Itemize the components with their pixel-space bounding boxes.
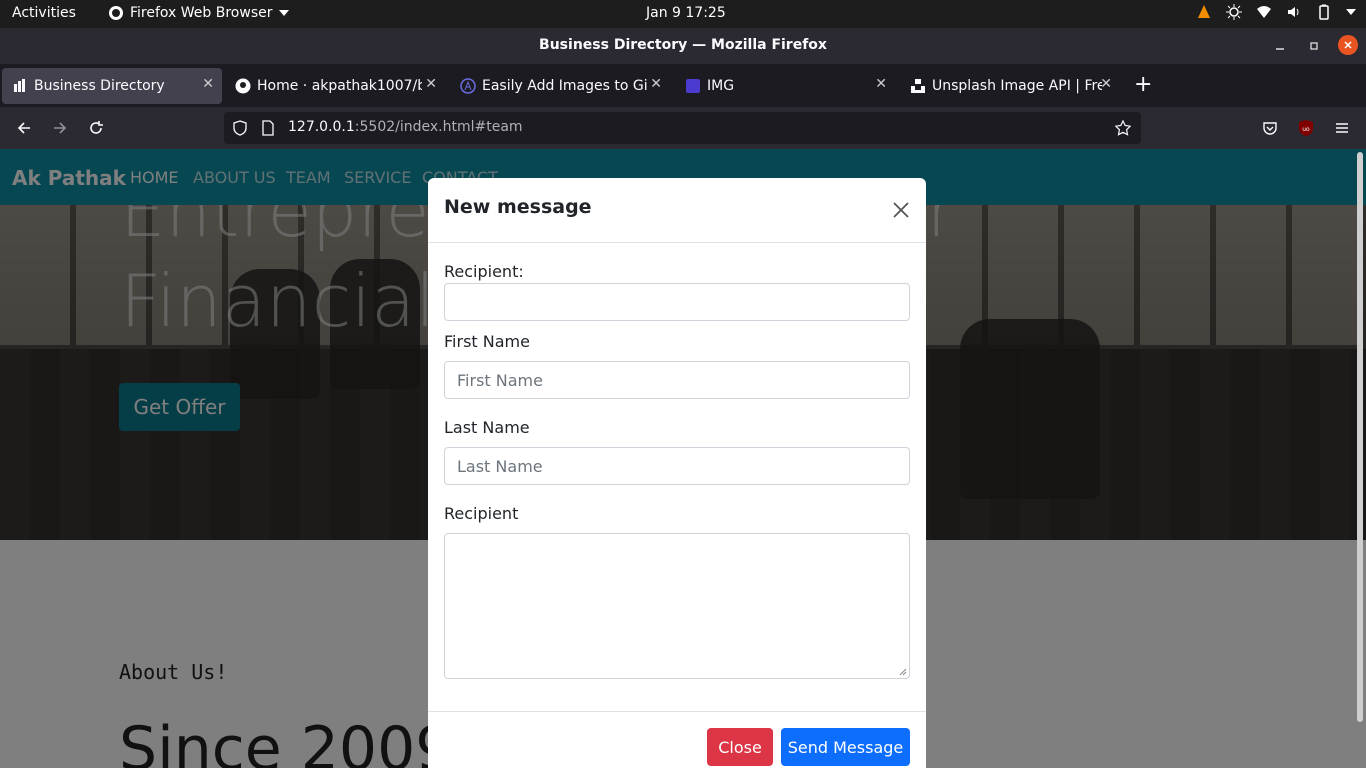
- close-icon[interactable]: [890, 199, 912, 221]
- tab-img[interactable]: IMG ✕: [675, 68, 895, 104]
- page-content: Entrepreneurs & Better Financial Get Off…: [0, 149, 1366, 768]
- app-menu-label: Firefox Web Browser: [130, 5, 273, 21]
- reload-icon: [90, 121, 103, 134]
- clock[interactable]: Jan 9 17:25: [646, 5, 726, 21]
- send-message-button[interactable]: Send Message: [781, 728, 910, 766]
- tab-title: Business Directory: [34, 78, 165, 94]
- arrow-left-icon: [17, 122, 30, 134]
- tab-close-icon[interactable]: ✕: [425, 76, 437, 92]
- url-bar[interactable]: 127.0.0.1:5502/index.html#team: [224, 112, 1141, 144]
- recipient-input[interactable]: [444, 283, 910, 321]
- volume-icon: [1288, 7, 1299, 17]
- building-icon: [12, 78, 28, 94]
- github-icon: [235, 78, 251, 94]
- system-menu-chevron-icon: [1346, 9, 1356, 15]
- last-name-label: Last Name: [444, 418, 530, 437]
- tab-title: Easily Add Images to GitH: [482, 78, 647, 94]
- maximize-button[interactable]: [1304, 36, 1324, 56]
- url-path: :5502/index.html#team: [354, 119, 523, 135]
- pocket-icon: [1263, 122, 1277, 135]
- window-title: Business Directory — Mozilla Firefox: [539, 37, 827, 53]
- tab-title: IMG: [707, 78, 735, 94]
- new-tab-button[interactable]: +: [1134, 72, 1152, 97]
- app-menu[interactable]: Firefox Web Browser: [108, 5, 289, 21]
- chevron-down-icon: [278, 10, 289, 16]
- last-name-input[interactable]: Last Name: [444, 447, 910, 485]
- window-close-button[interactable]: [1338, 35, 1358, 55]
- new-message-modal: New message Recipient: First Name First …: [428, 178, 926, 768]
- modal-title: New message: [444, 196, 592, 218]
- page-icon[interactable]: [260, 120, 276, 136]
- brightness-icon: [1226, 4, 1242, 20]
- scrollbar-thumb[interactable]: [1357, 152, 1363, 722]
- reload-button[interactable]: [84, 116, 108, 140]
- unsplash-icon: [910, 78, 926, 94]
- restore-icon: [1310, 42, 1318, 50]
- img-favicon-icon: [685, 78, 701, 94]
- pocket-button[interactable]: [1258, 116, 1282, 140]
- tab-add-images[interactable]: Easily Add Images to GitH ✕: [450, 68, 670, 104]
- window-titlebar: Business Directory — Mozilla Firefox: [0, 28, 1366, 64]
- tab-title: Unsplash Image API | Free: [932, 78, 1102, 94]
- minimize-icon: [1276, 48, 1284, 50]
- tab-title: Home · akpathak1007/bo: [257, 78, 422, 94]
- close-icon: [1344, 41, 1352, 49]
- tab-strip: Business Directory ✕ Home · akpathak1007…: [0, 64, 1366, 107]
- tab-close-icon[interactable]: ✕: [202, 76, 214, 92]
- arrow-right-icon: [54, 122, 67, 134]
- modal-footer: Close Send Message: [428, 711, 926, 768]
- activities-button[interactable]: Activities: [12, 5, 76, 21]
- circle-a-icon: [460, 78, 476, 94]
- message-label: Recipient: [444, 504, 519, 523]
- tab-close-icon[interactable]: ✕: [875, 76, 887, 92]
- battery-icon: [1319, 4, 1329, 20]
- wifi-icon: [1257, 6, 1271, 18]
- recipient-label: Recipient:: [444, 262, 524, 281]
- tab-unsplash[interactable]: Unsplash Image API | Free ✕: [900, 68, 1120, 104]
- close-button[interactable]: Close: [707, 728, 773, 766]
- system-top-bar: Activities Firefox Web Browser Jan 9 17:…: [0, 0, 1366, 28]
- svg-text:uo: uo: [1302, 126, 1310, 133]
- tab-close-icon[interactable]: ✕: [650, 76, 662, 92]
- vlc-icon: [1198, 5, 1210, 18]
- system-tray[interactable]: [1196, 4, 1356, 20]
- back-button[interactable]: [12, 116, 36, 140]
- firefox-icon: [109, 6, 123, 20]
- ublock-button[interactable]: uo: [1294, 116, 1318, 140]
- first-name-input[interactable]: First Name: [444, 361, 910, 399]
- star-icon[interactable]: [1115, 120, 1131, 136]
- minimize-button[interactable]: [1270, 36, 1290, 56]
- first-name-label: First Name: [444, 332, 530, 351]
- resize-grip-icon[interactable]: [897, 666, 907, 676]
- tab-close-icon[interactable]: ✕: [1100, 76, 1112, 92]
- message-textarea[interactable]: [444, 533, 910, 679]
- url-host: 127.0.0.1: [288, 119, 355, 135]
- menu-button[interactable]: [1330, 116, 1354, 140]
- tab-github[interactable]: Home · akpathak1007/bo ✕: [225, 68, 445, 104]
- url-text[interactable]: 127.0.0.1:5502/index.html#team: [288, 119, 523, 135]
- forward-button[interactable]: [48, 116, 72, 140]
- hamburger-icon: [1336, 123, 1348, 133]
- tab-business-directory[interactable]: Business Directory ✕: [2, 68, 222, 104]
- shield-icon[interactable]: [232, 120, 248, 136]
- page-scrollbar[interactable]: [1354, 149, 1366, 768]
- browser-toolbar: 127.0.0.1:5502/index.html#team uo: [0, 107, 1366, 149]
- ublock-origin-icon: uo: [1299, 120, 1313, 136]
- modal-header: New message: [428, 178, 926, 243]
